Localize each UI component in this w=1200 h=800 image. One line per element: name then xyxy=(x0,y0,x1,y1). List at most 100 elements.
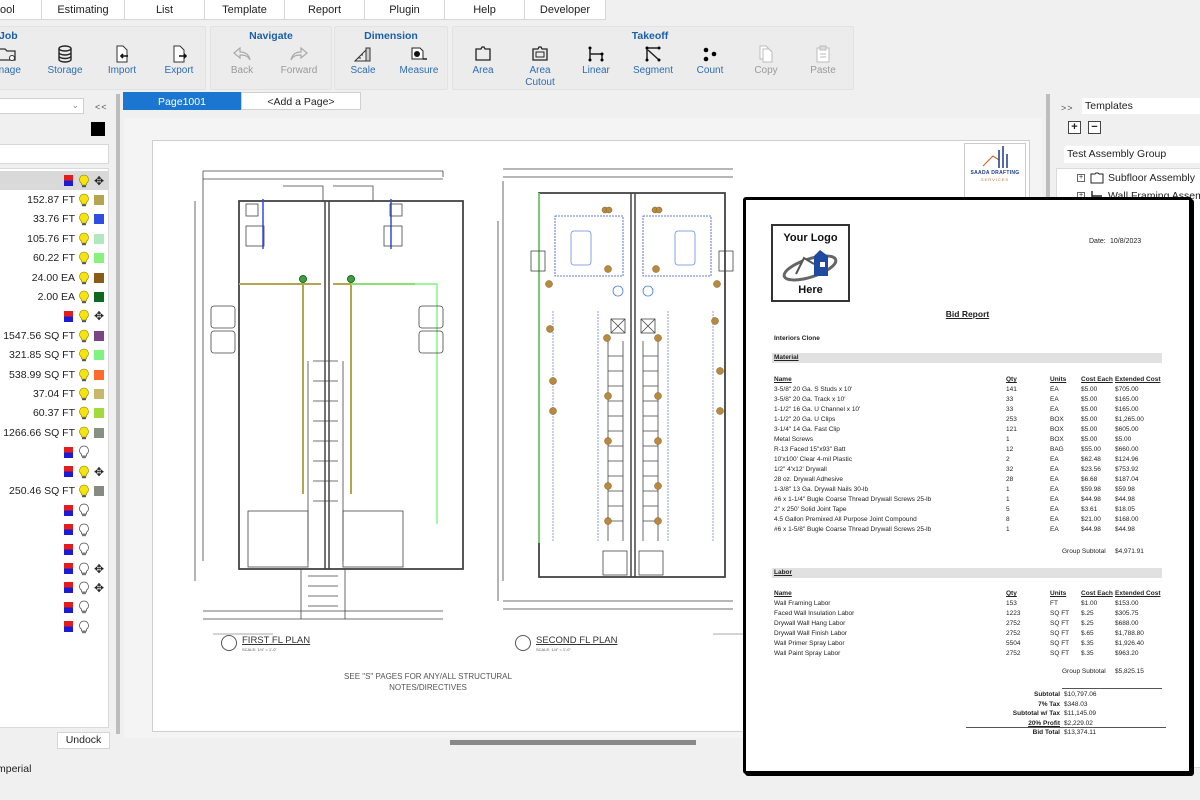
takeoff-color-swatch[interactable] xyxy=(94,253,104,264)
measure-button[interactable]: Measure xyxy=(391,43,447,77)
move-icon[interactable]: ✥ xyxy=(94,563,104,575)
forward-button[interactable]: Forward xyxy=(271,43,327,77)
takeoff-item-row[interactable]: 250.46 SQ FT xyxy=(0,481,108,500)
takeoff-color-swatch[interactable] xyxy=(94,272,104,283)
takeoff-color-swatch[interactable] xyxy=(94,233,104,244)
lightbulb-on-icon[interactable] xyxy=(78,290,90,304)
group-color-icon[interactable] xyxy=(64,621,73,633)
menu-report[interactable]: Report xyxy=(285,0,365,20)
lightbulb-on-icon[interactable] xyxy=(78,426,90,440)
takeoff-group-row[interactable]: ✥ xyxy=(0,307,108,326)
takeoff-group-row[interactable]: ✥ xyxy=(0,559,108,578)
takeoff-color-swatch[interactable] xyxy=(94,408,104,419)
takeoff-group-row[interactable] xyxy=(0,520,108,539)
takeoff-group-row[interactable]: ✥ xyxy=(0,171,108,190)
takeoff-color-swatch[interactable] xyxy=(94,291,104,302)
lightbulb-on-icon[interactable] xyxy=(78,232,90,246)
group-color-icon[interactable] xyxy=(64,466,73,477)
lightbulb-on-icon[interactable] xyxy=(78,368,90,382)
copy-button[interactable]: Copy xyxy=(738,43,794,77)
lightbulb-off-icon[interactable] xyxy=(78,600,90,614)
lightbulb-on-icon[interactable] xyxy=(78,309,90,323)
takeoff-item-row[interactable]: 1266.66 SQ FT xyxy=(0,423,108,442)
takeoff-item-row[interactable]: 152.87 FT xyxy=(0,190,108,209)
expand-icon[interactable]: + xyxy=(1077,174,1085,182)
collapse-left-panel-button[interactable]: << xyxy=(95,102,108,112)
move-icon[interactable]: ✥ xyxy=(94,310,104,322)
takeoff-item-row[interactable]: 2.00 EA xyxy=(0,287,108,306)
group-color-icon[interactable] xyxy=(64,504,73,516)
takeoff-color-swatch[interactable] xyxy=(94,485,104,496)
takeoff-color-swatch[interactable] xyxy=(94,388,104,399)
move-icon[interactable]: ✥ xyxy=(94,175,104,187)
tab-add-page[interactable]: <Add a Page> xyxy=(241,92,361,110)
linear-button[interactable]: Linear xyxy=(568,43,624,77)
takeoff-group-row[interactable]: ✥ xyxy=(0,578,108,597)
menu-list[interactable]: List xyxy=(125,0,205,20)
storage-button[interactable]: Storage xyxy=(37,43,93,77)
expand-all-button[interactable]: + xyxy=(1068,121,1081,134)
count-button[interactable]: Count xyxy=(682,43,738,77)
lightbulb-off-icon[interactable] xyxy=(78,523,90,537)
lightbulb-on-icon[interactable] xyxy=(78,484,90,498)
takeoff-item-row[interactable]: 37.04 FT xyxy=(0,384,108,403)
lightbulb-on-icon[interactable] xyxy=(78,348,90,362)
takeoff-item-row[interactable]: 105.76 FT xyxy=(0,229,108,248)
group-color-icon[interactable] xyxy=(64,601,73,613)
takeoff-filter-dropdown[interactable]: ⌄ xyxy=(0,98,84,114)
takeoff-group-row[interactable] xyxy=(0,443,108,462)
group-color-icon[interactable] xyxy=(64,563,73,574)
lightbulb-off-icon[interactable] xyxy=(78,445,90,459)
tab-page1001[interactable]: Page1001 xyxy=(123,92,241,110)
takeoff-item-row[interactable]: 321.85 SQ FT xyxy=(0,346,108,365)
horizontal-scrollbar[interactable] xyxy=(450,740,696,745)
move-icon[interactable]: ✥ xyxy=(94,582,104,594)
takeoff-group-row[interactable]: ✥ xyxy=(0,462,108,481)
lightbulb-on-icon[interactable] xyxy=(78,251,90,265)
area-cutout-button[interactable]: Area Cutout xyxy=(512,43,568,89)
lightbulb-off-icon[interactable] xyxy=(78,503,90,517)
takeoff-color-swatch[interactable] xyxy=(94,427,104,438)
back-button[interactable]: Back xyxy=(214,43,270,77)
assembly-group-dropdown[interactable]: Test Assembly Group xyxy=(1064,146,1200,163)
lightbulb-on-icon[interactable] xyxy=(78,212,90,226)
import-button[interactable]: Import xyxy=(94,43,150,77)
group-color-icon[interactable] xyxy=(64,310,73,322)
scale-button[interactable]: Scale xyxy=(335,43,391,77)
manage-button[interactable]: anage xyxy=(0,43,35,77)
group-color-icon[interactable] xyxy=(64,543,73,555)
takeoff-color-swatch[interactable] xyxy=(94,350,104,361)
takeoff-search-input[interactable] xyxy=(0,144,109,164)
menu-template[interactable]: Template xyxy=(205,0,285,20)
collapse-all-button[interactable]: − xyxy=(1088,121,1101,134)
takeoff-item-row[interactable]: 24.00 EA xyxy=(0,268,108,287)
takeoff-group-row[interactable] xyxy=(0,540,108,559)
left-splitter[interactable] xyxy=(116,94,120,734)
takeoff-item-row[interactable]: 60.37 FT xyxy=(0,404,108,423)
group-color-icon[interactable] xyxy=(64,175,73,186)
takeoff-color-swatch[interactable] xyxy=(94,214,104,225)
menu-developer[interactable]: Developer xyxy=(525,0,606,20)
menu-tool[interactable]: ool xyxy=(0,0,42,20)
lightbulb-off-icon[interactable] xyxy=(78,562,90,576)
lightbulb-on-icon[interactable] xyxy=(78,329,90,343)
area-button[interactable]: Area xyxy=(455,43,511,77)
lightbulb-on-icon[interactable] xyxy=(78,406,90,420)
takeoff-item-row[interactable]: 1547.56 SQ FT xyxy=(0,326,108,345)
takeoff-color-swatch[interactable] xyxy=(94,330,104,341)
tree-item-subfloor-assembly[interactable]: + Subfloor Assembly xyxy=(1077,172,1195,184)
lightbulb-on-icon[interactable] xyxy=(78,174,90,188)
takeoff-list[interactable]: ✥ 152.87 FT 33.76 FT 105.76 FT 60.22 FT 24.00… xyxy=(0,168,109,728)
templates-dropdown[interactable]: Templates xyxy=(1082,98,1200,114)
lightbulb-on-icon[interactable] xyxy=(78,387,90,401)
menu-help[interactable]: Help xyxy=(445,0,525,20)
takeoff-group-row[interactable] xyxy=(0,501,108,520)
takeoff-group-row[interactable] xyxy=(0,617,108,636)
lightbulb-on-icon[interactable] xyxy=(78,271,90,285)
menu-estimating[interactable]: Estimating xyxy=(42,0,125,20)
paste-button[interactable]: Paste xyxy=(795,43,851,77)
group-color-icon[interactable] xyxy=(64,582,73,594)
takeoff-color-swatch[interactable] xyxy=(94,194,104,205)
lightbulb-off-icon[interactable] xyxy=(78,620,90,634)
lightbulb-on-icon[interactable] xyxy=(78,193,90,207)
